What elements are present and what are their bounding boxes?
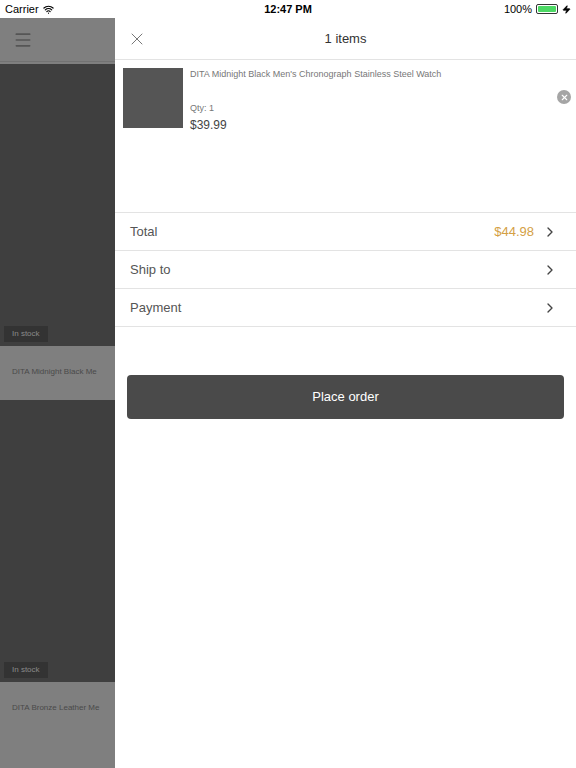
wifi-icon	[43, 4, 54, 15]
status-bar: Carrier 12:47 PM 100%	[0, 0, 576, 18]
close-button[interactable]	[125, 27, 149, 51]
row-label: Total	[130, 222, 494, 242]
app: Carrier 12:47 PM 100% In stock DITA Midnight…	[0, 0, 576, 768]
summary-row[interactable]: Ship to	[115, 251, 576, 289]
row-label: Ship to	[130, 260, 542, 280]
row-label: Payment	[130, 298, 542, 318]
cart-title: 1 items	[149, 29, 542, 49]
stock-badge: In stock	[4, 326, 48, 342]
cart-drawer: 1 items DITA Midnight Black Men's Chronog…	[115, 18, 576, 768]
row-value: $44.98	[494, 222, 534, 242]
product-title: DITA Bronze Leather Me	[0, 682, 115, 734]
background-strip: In stock DITA Midnight Black Me In stock DI…	[0, 18, 115, 768]
cart-header: 1 items	[115, 18, 576, 60]
item-photo	[123, 68, 183, 128]
summary-row[interactable]: Total$44.98	[115, 213, 576, 251]
menu-icon[interactable]	[13, 30, 33, 50]
chevron-icon	[542, 224, 558, 240]
stock-badge: In stock	[4, 662, 48, 678]
product-card[interactable]: In stock DITA Bronze Leather Me	[0, 398, 115, 734]
chevron-icon	[542, 300, 558, 316]
battery-icon	[536, 4, 558, 14]
close-icon	[127, 29, 147, 49]
battery-percent: 100%	[504, 1, 532, 18]
item-name: DITA Midnight Black Men's Chronograph St…	[190, 68, 550, 80]
charging-icon	[562, 5, 571, 14]
clock: 12:47 PM	[264, 1, 312, 18]
carrier: Carrier	[5, 1, 39, 18]
product-card[interactable]: In stock DITA Midnight Black Me	[0, 62, 115, 398]
item-qty: Qty: 1	[190, 102, 550, 116]
chevron-icon	[542, 262, 558, 278]
summary-row[interactable]: Payment	[115, 289, 576, 327]
place-order-button[interactable]: Place order	[127, 375, 564, 419]
remove-icon	[560, 93, 569, 102]
cart-item: DITA Midnight Black Men's Chronograph St…	[115, 60, 576, 134]
item-price: $39.99	[190, 116, 550, 134]
remove-button[interactable]	[557, 90, 571, 104]
product-title: DITA Midnight Black Me	[0, 346, 115, 398]
